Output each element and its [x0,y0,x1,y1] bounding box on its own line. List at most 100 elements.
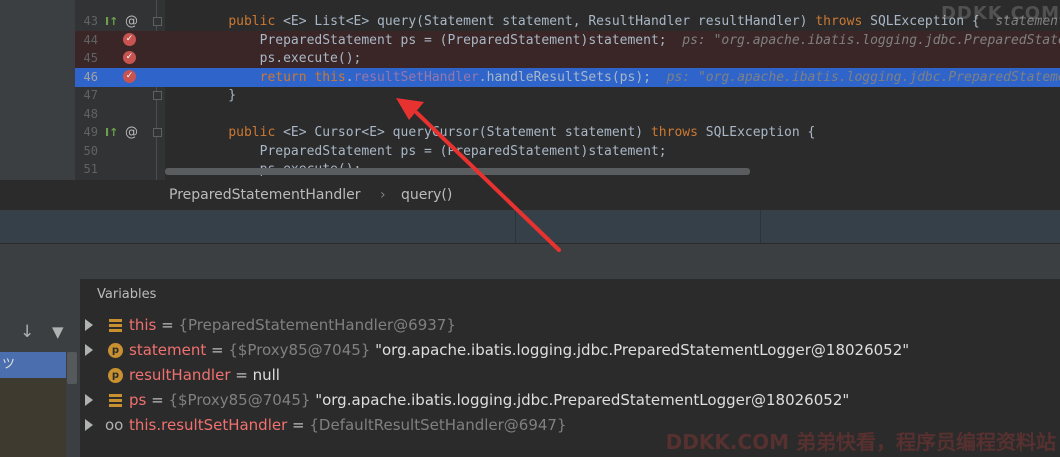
expand-arrow-icon[interactable] [85,344,93,356]
debug-panel-header [0,243,1060,280]
expand-arrow-icon[interactable] [85,419,93,431]
code-token: .handleResultSets(ps); [478,69,667,85]
variable-row[interactable]: this = {PreparedStatementHandler@6937} [81,313,1060,338]
code-line[interactable]: 44 ✓ PreparedStatement ps = (PreparedStat… [75,30,1060,50]
variable-equals: = [287,416,310,434]
breadcrumb-item-method[interactable]: query() [401,180,452,210]
code-token: return [259,69,307,85]
breakpoint-icon[interactable]: ✓ [123,69,136,83]
line-number[interactable]: 47 [75,86,98,105]
variable-value: null [252,366,280,384]
code-token: PreparedStatement ps = (PreparedStatemen… [197,143,667,159]
implements-arrow-icon[interactable]: I↑ [105,12,118,31]
toolbar-divider [760,210,761,243]
variable-value: "org.apache.ibatis.logging.jdbc.Prepared… [370,341,910,359]
code-token: throws [815,14,863,29]
field-icon [108,393,123,408]
frames-scrollbar[interactable] [67,352,77,384]
code-token: } [197,88,237,103]
variable-type: {PreparedStatementHandler@6937} [178,316,456,334]
code-line[interactable]: 50 PreparedStatement ps = (PreparedState… [75,142,1060,161]
variable-text: this.resultSetHandler = {DefaultResultSe… [129,413,567,438]
fold-marker-icon[interactable] [153,128,162,137]
variable-row[interactable]: p statement = {$Proxy85@7045} "org.apache… [81,338,1060,363]
variable-equals: = [230,366,253,384]
line-number[interactable]: 45 [75,49,98,68]
line-number[interactable]: 44 [75,31,98,50]
line-number[interactable]: 48 [75,105,98,124]
breadcrumb: PreparedStatementHandler › query() [165,180,1060,210]
variables-panel: Variables this = {PreparedStatementHandl… [81,279,1060,457]
breadcrumb-item-class[interactable]: PreparedStatementHandler [169,180,360,210]
fold-marker-icon[interactable] [153,91,162,100]
variable-type: {DefaultResultSetHandler@6947} [309,416,567,434]
frames-toolbar: ↓ ▼ [0,319,80,345]
code-token: throws [650,125,698,140]
variable-type: {$Proxy85@7045} [228,341,371,359]
code-token: ps: "org.apache.ibatis.logging.jdbc.Prep… [682,32,1060,48]
code-text[interactable]: public <E> Cursor<E> queryCursor(Stateme… [197,123,815,142]
frames-panel: ↓ ▼ ツ [0,279,81,457]
line-number[interactable]: 43 [75,12,98,31]
code-text[interactable]: return this.resultSetHandler.handleResul… [197,68,1060,87]
line-number[interactable]: 50 [75,142,98,161]
toolbar-divider [515,210,516,243]
breakpoint-icon[interactable]: ✓ [123,32,136,46]
code-text[interactable]: ps.execute(); [197,49,362,68]
variable-text: resultHandler = null [129,363,280,388]
expand-arrow-icon[interactable] [85,319,93,331]
fold-marker-icon[interactable] [153,17,162,26]
filter-icon[interactable]: ▼ [52,319,64,345]
code-line[interactable]: 43 I↑ @ public <E> List<E> query(Statement… [75,12,1060,31]
frames-list [0,378,66,457]
code-text[interactable]: public <E> List<E> query(Statement state… [197,12,1060,31]
line-number[interactable]: 46 [75,68,98,87]
variable-name: resultHandler [129,366,231,384]
arrow-down-icon[interactable]: ↓ [20,319,34,345]
variable-name: this.resultSetHandler [129,416,288,434]
variable-equals: = [146,391,169,409]
variable-equals: = [156,316,179,334]
code-token: public [228,125,276,140]
code-token: ps.execute(); [197,51,362,66]
implements-arrow-icon[interactable]: I↑ [105,123,118,142]
code-token: <E> Cursor<E> queryCursor(Statement stat… [275,125,651,140]
breadcrumb-separator: › [380,187,386,203]
code-line[interactable]: 45 ✓ ps.execute(); [75,49,1060,68]
code-line[interactable]: 47 } [75,86,1060,105]
project-tool-strip [0,0,75,180]
code-editor[interactable]: 43 I↑ @ public <E> List<E> query(Statement… [0,0,1060,180]
variables-title: Variables [97,287,157,302]
override-at-icon[interactable]: @ [125,123,138,142]
code-token: resultSetHandler [353,69,479,85]
override-at-icon[interactable]: @ [125,12,138,31]
variable-row[interactable]: p resultHandler = null [81,363,1060,388]
parameter-icon: p [108,343,123,358]
variable-text: statement = {$Proxy85@7045} "org.apache.… [129,338,909,363]
variable-name: statement [129,341,207,359]
expand-arrow-icon[interactable] [85,394,93,406]
watch-glasses-icon: oo [105,416,124,434]
frame-item-selected[interactable]: ツ [0,352,66,378]
code-token: ps: "org.apache.ibatis.logging.jdbc.Prep… [666,69,1060,85]
code-text[interactable]: } [197,86,236,105]
code-line[interactable]: 49 I↑ @ public <E> Cursor<E> queryCursor(S… [75,123,1060,142]
line-number[interactable]: 51 [75,160,98,179]
code-line[interactable]: 46 ✓ return this.resultSetHandler.handleR… [75,67,1060,87]
variable-row[interactable]: ps = {$Proxy85@7045} "org.apache.ibatis.… [81,388,1060,413]
watermark: DDKK.COM [940,3,1060,24]
code-text[interactable]: PreparedStatement ps = (PreparedStatemen… [197,142,667,161]
variable-text: ps = {$Proxy85@7045} "org.apache.ibatis.… [129,388,849,413]
line-number[interactable]: 49 [75,123,98,142]
variable-type: {$Proxy85@7045} [168,391,311,409]
code-text[interactable]: PreparedStatement ps = (PreparedStatemen… [197,31,1060,50]
variable-name: ps [129,391,147,409]
editor-horizontal-scrollbar[interactable] [165,168,750,175]
code-token: SQLException { [697,125,816,140]
breakpoint-icon[interactable]: ✓ [123,51,136,64]
watermark-footer: DDKK.COM 弟弟快看，程序员编程资料站 [665,430,1056,454]
code-line[interactable]: 48 [75,105,1060,124]
